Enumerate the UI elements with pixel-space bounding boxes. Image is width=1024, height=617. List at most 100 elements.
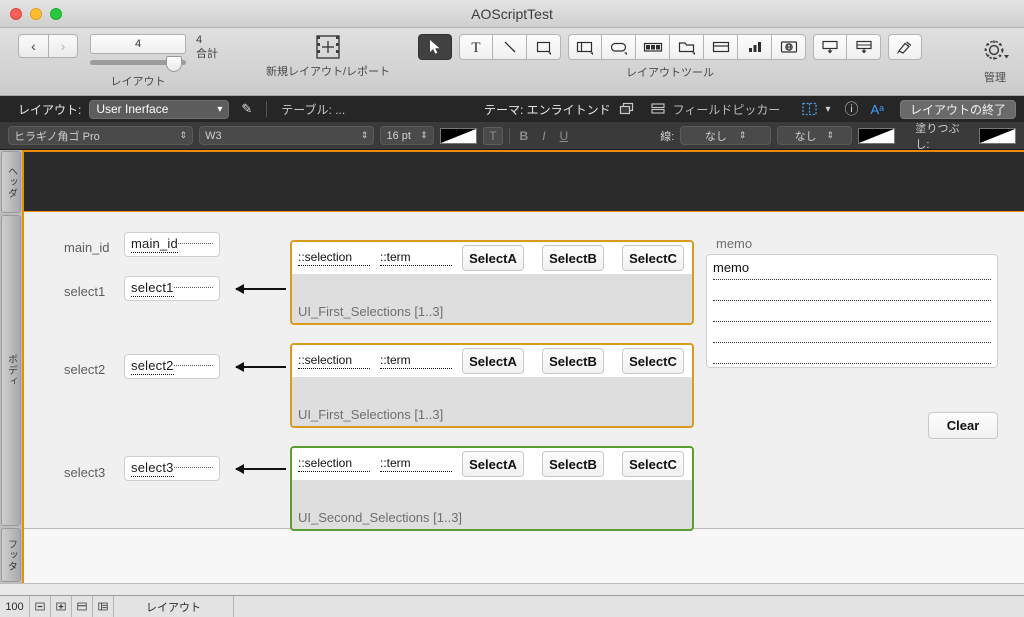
font-weight-select[interactable]: W3 ⇕ bbox=[199, 126, 375, 145]
text-tool-button[interactable]: T bbox=[459, 34, 493, 60]
portal-second-selections[interactable]: ::selection ::term SelectA SelectB Selec… bbox=[290, 446, 694, 531]
memo-field[interactable]: memo bbox=[706, 254, 998, 368]
layout-slider-thumb[interactable] bbox=[166, 56, 182, 72]
field-label-select2: select2 bbox=[64, 362, 106, 377]
manage-button[interactable]: 管理 bbox=[980, 36, 1010, 85]
portal-row[interactable]: ::selection ::term SelectA SelectB Selec… bbox=[292, 448, 692, 480]
line-style-select[interactable]: なし ⇕ bbox=[776, 126, 852, 145]
line-style-value: なし bbox=[794, 130, 817, 143]
portal-first-selections-1[interactable]: ::selection ::term SelectA SelectB Selec… bbox=[290, 240, 694, 325]
new-layout-report-button[interactable]: 新規レイアウト/レポート bbox=[266, 28, 390, 79]
bold-button[interactable]: B bbox=[516, 129, 533, 143]
rounded-button-tool-button[interactable] bbox=[602, 34, 636, 60]
font-family-value: ヒラギノ角ゴ Pro bbox=[14, 130, 100, 143]
portal-button-select-b[interactable]: SelectB bbox=[542, 245, 604, 271]
field-box-main-id[interactable]: main_id bbox=[124, 232, 220, 257]
text-format-icon[interactable]: Aᵃ bbox=[870, 102, 884, 117]
layout-canvas[interactable]: main_id select1 select2 select3 main_id … bbox=[22, 150, 1024, 583]
font-family-select[interactable]: ヒラギノ角ゴ Pro ⇕ bbox=[8, 126, 194, 145]
edit-layout-pencil-icon[interactable]: ✎ bbox=[241, 101, 252, 117]
arrow-select3 bbox=[235, 464, 286, 474]
new-layout-icon bbox=[313, 34, 343, 60]
text-align-button[interactable]: T bbox=[483, 126, 503, 145]
portal-button-select-b[interactable]: SelectB bbox=[542, 348, 604, 374]
pointer-tool-button[interactable] bbox=[418, 34, 452, 60]
slide-control-tool-button[interactable] bbox=[704, 34, 738, 60]
portal-button-select-c[interactable]: SelectC bbox=[622, 245, 684, 271]
zoom-in-button[interactable] bbox=[51, 596, 72, 617]
format-bar-divider bbox=[508, 127, 510, 144]
italic-button[interactable]: I bbox=[538, 129, 549, 143]
portal-row[interactable]: ::selection ::term SelectA SelectB Selec… bbox=[292, 242, 692, 274]
field-box-select2[interactable]: select2 bbox=[124, 354, 220, 379]
mode-label[interactable]: レイアウト bbox=[114, 596, 234, 617]
layout-index-field[interactable]: 4 bbox=[90, 34, 186, 54]
footer-band[interactable] bbox=[24, 529, 1024, 583]
status-toolbar-toggle-button[interactable] bbox=[72, 596, 93, 617]
window-title: AOScriptTest bbox=[471, 5, 553, 22]
layout-parts-column: ヘッダ ボディ フッタ bbox=[0, 150, 22, 583]
portal-first-selections-2[interactable]: ::selection ::term SelectA SelectB Selec… bbox=[290, 343, 694, 428]
line-tool-button[interactable] bbox=[493, 34, 527, 60]
portal-button-select-a[interactable]: SelectA bbox=[462, 451, 524, 477]
exit-layout-button[interactable]: レイアウトの終了 bbox=[899, 99, 1016, 119]
memo-label: memo bbox=[716, 236, 753, 251]
field-picker-icon[interactable] bbox=[651, 102, 665, 116]
font-size-value: 16 pt bbox=[386, 129, 411, 142]
web-viewer-tool-button[interactable] bbox=[772, 34, 806, 60]
field-box-select3[interactable]: select3 bbox=[124, 456, 220, 481]
portal-tool-button[interactable] bbox=[813, 34, 847, 60]
underline-button[interactable]: U bbox=[556, 129, 573, 143]
tab-control-tool-button[interactable] bbox=[670, 34, 704, 60]
chevron-down-icon: ▾ bbox=[217, 103, 223, 115]
button-bar-tool-button[interactable] bbox=[636, 34, 670, 60]
portal-button-select-c[interactable]: SelectC bbox=[622, 348, 684, 374]
portal-row[interactable]: ::selection ::term SelectA SelectB Selec… bbox=[292, 345, 692, 377]
status-bar-spacer bbox=[234, 596, 1024, 617]
previous-layout-button[interactable]: ‹ bbox=[18, 34, 48, 58]
memo-line bbox=[713, 301, 991, 322]
portal-button-select-c[interactable]: SelectC bbox=[622, 451, 684, 477]
portal-name-label: UI_Second_Selections [1..3] bbox=[298, 510, 463, 525]
fill-color-swatch[interactable] bbox=[978, 127, 1017, 144]
line-width-select[interactable]: なし ⇕ bbox=[680, 126, 771, 145]
field-value-select1: select1 bbox=[131, 280, 174, 297]
info-icon[interactable]: ⓘ bbox=[844, 99, 858, 119]
field-box-select1[interactable]: select1 bbox=[124, 276, 220, 301]
layout-selector[interactable]: User Inerface ▾ bbox=[89, 99, 230, 119]
button-tool-button[interactable] bbox=[568, 34, 602, 60]
layout-mode-icon[interactable] bbox=[802, 102, 818, 116]
part-tab-body[interactable]: ボディ bbox=[1, 215, 21, 526]
line-color-swatch[interactable] bbox=[857, 127, 896, 144]
arrow-select2 bbox=[235, 362, 286, 372]
part-tab-header[interactable]: ヘッダ bbox=[1, 151, 21, 213]
portal-button-select-b[interactable]: SelectB bbox=[542, 451, 604, 477]
format-bar: ヒラギノ角ゴ Pro ⇕ W3 ⇕ 16 pt ⇕ T B I U 線: なし … bbox=[0, 122, 1024, 151]
field-label-main-id: main_id bbox=[64, 240, 110, 255]
layout-slider-caption: レイアウト bbox=[110, 76, 166, 88]
zoom-out-button[interactable] bbox=[30, 596, 51, 617]
chart-tool-button[interactable] bbox=[738, 34, 772, 60]
field-label-select3: select3 bbox=[64, 465, 106, 480]
header-band[interactable] bbox=[24, 150, 1024, 212]
next-layout-button[interactable]: › bbox=[48, 34, 78, 58]
portal-button-select-a[interactable]: SelectA bbox=[462, 348, 524, 374]
layout-navigation-group: ‹ › bbox=[18, 28, 78, 58]
font-size-select[interactable]: 16 pt ⇕ bbox=[380, 126, 434, 145]
field-picker-label[interactable]: フィールドピッカー bbox=[673, 101, 781, 118]
clear-button[interactable]: Clear bbox=[928, 412, 998, 439]
portal-name-label: UI_First_Selections [1..3] bbox=[298, 407, 444, 422]
format-painter-tool-button[interactable] bbox=[888, 34, 922, 60]
layout-slider[interactable] bbox=[90, 56, 186, 72]
chevron-down-icon[interactable]: ▾ bbox=[825, 104, 830, 115]
text-color-swatch[interactable] bbox=[439, 127, 478, 144]
field-tool-button[interactable] bbox=[847, 34, 881, 60]
rectangle-tool-button[interactable] bbox=[527, 34, 561, 60]
layout-total-group: 4 合計 bbox=[196, 28, 218, 62]
field-dotted-fill bbox=[173, 287, 213, 288]
part-tab-footer[interactable]: フッタ bbox=[1, 528, 21, 582]
formatting-bar-toggle-button[interactable] bbox=[93, 596, 114, 617]
memo-line bbox=[713, 322, 991, 343]
theme-change-icon[interactable] bbox=[619, 102, 635, 116]
portal-button-select-a[interactable]: SelectA bbox=[462, 245, 524, 271]
